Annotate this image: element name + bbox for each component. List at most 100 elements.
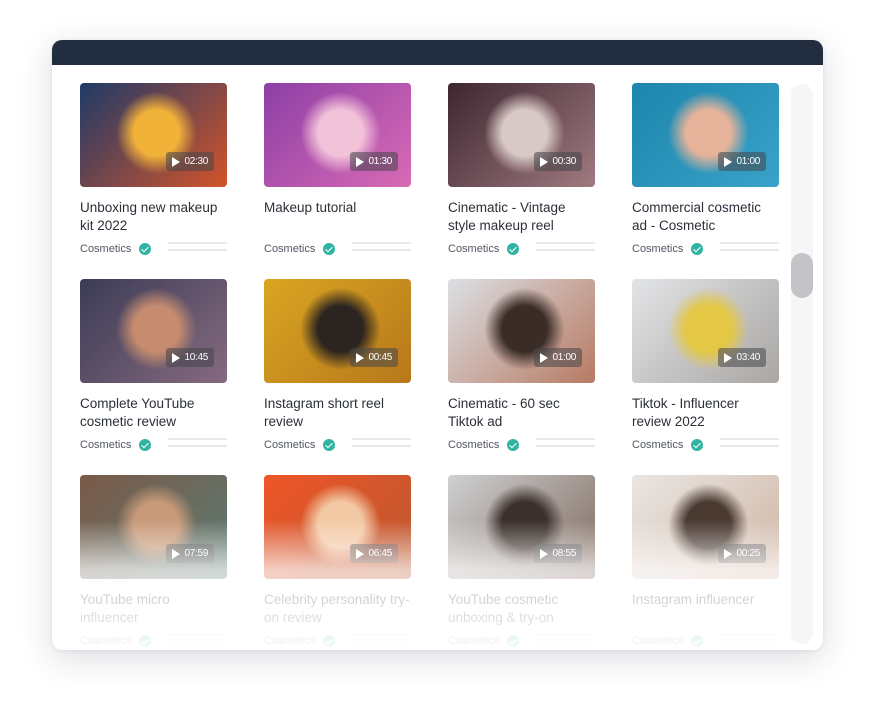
video-thumbnail[interactable]: 00:45 [264, 279, 411, 383]
thumbnail-image [264, 83, 411, 187]
video-gallery: 02:30 Unboxing new makeup kit 2022 Cosmeti… [52, 65, 823, 650]
video-card[interactable]: 02:30 Unboxing new makeup kit 2022 Cosmeti… [80, 83, 227, 273]
thumbnail-image [448, 83, 595, 187]
placeholder-lines [352, 438, 411, 452]
play-icon [356, 548, 365, 559]
placeholder-lines [168, 634, 227, 648]
video-thumbnail[interactable]: 00:30 [448, 83, 595, 187]
category-label: Cosmetics [264, 439, 316, 451]
category-label: Cosmetics [448, 243, 500, 255]
video-duration: 10:45 [184, 352, 208, 363]
video-grid: 02:30 Unboxing new makeup kit 2022 Cosmeti… [80, 83, 780, 650]
video-card[interactable]: 00:45 Instagram short reel review Cosmetic… [264, 279, 411, 469]
duration-badge: 01:00 [718, 152, 766, 171]
scrollbar-track[interactable] [791, 84, 813, 644]
video-thumbnail[interactable]: 01:00 [448, 279, 595, 383]
placeholder-lines [352, 242, 411, 256]
video-thumbnail[interactable]: 06:45 [264, 475, 411, 579]
video-meta: Cosmetics [448, 242, 595, 258]
video-thumbnail[interactable]: 00:25 [632, 475, 779, 579]
video-duration: 02:30 [184, 156, 208, 167]
placeholder-lines [352, 634, 411, 648]
video-title[interactable]: Cinematic - Vintage style makeup reel [448, 199, 595, 235]
play-icon [356, 352, 365, 363]
verified-check-icon [139, 439, 151, 451]
video-card[interactable]: 01:00 Commercial cosmetic ad - Cosmetic Co… [632, 83, 779, 273]
video-thumbnail[interactable]: 03:40 [632, 279, 779, 383]
play-icon [724, 156, 733, 167]
video-title[interactable]: Celebrity personality try-on review [264, 591, 411, 627]
category-label: Cosmetics [448, 635, 500, 647]
video-thumbnail[interactable]: 01:00 [632, 83, 779, 187]
category-label: Cosmetics [448, 439, 500, 451]
app-window: 02:30 Unboxing new makeup kit 2022 Cosmeti… [52, 40, 823, 650]
placeholder-lines [536, 634, 595, 648]
duration-badge: 00:45 [350, 348, 398, 367]
video-meta: Cosmetics [632, 634, 779, 650]
play-icon [724, 548, 733, 559]
video-card[interactable]: 08:55 YouTube cosmetic unboxing & try-on C… [448, 475, 595, 650]
video-title[interactable]: Instagram influencer [632, 591, 779, 609]
category-label: Cosmetics [264, 635, 316, 647]
thumbnail-image [264, 475, 411, 579]
thumbnail-image [632, 279, 779, 383]
video-card[interactable]: 00:30 Cinematic - Vintage style makeup re… [448, 83, 595, 273]
video-meta: Cosmetics [632, 242, 779, 258]
video-duration: 03:40 [736, 352, 760, 363]
video-card[interactable]: 06:45 Celebrity personality try-on review… [264, 475, 411, 650]
play-icon [540, 352, 549, 363]
verified-check-icon [323, 635, 335, 647]
video-card[interactable]: 07:59 YouTube micro influencer Cosmetics [80, 475, 227, 650]
video-card[interactable]: 01:30 Makeup tutorial Cosmetics [264, 83, 411, 273]
verified-check-icon [507, 635, 519, 647]
video-card[interactable]: 01:00 Cinematic - 60 sec Tiktok ad Cosmeti… [448, 279, 595, 469]
play-icon [540, 156, 549, 167]
thumbnail-image [448, 475, 595, 579]
play-icon [724, 352, 733, 363]
duration-badge: 00:30 [534, 152, 582, 171]
video-duration: 01:30 [368, 156, 392, 167]
category-label: Cosmetics [80, 243, 132, 255]
duration-badge: 02:30 [166, 152, 214, 171]
verified-check-icon [507, 439, 519, 451]
play-icon [356, 156, 365, 167]
video-duration: 07:59 [184, 548, 208, 559]
video-title[interactable]: Complete YouTube cosmetic review [80, 395, 227, 431]
verified-check-icon [139, 635, 151, 647]
thumbnail-image [632, 83, 779, 187]
duration-badge: 00:25 [718, 544, 766, 563]
video-thumbnail[interactable]: 07:59 [80, 475, 227, 579]
video-thumbnail[interactable]: 01:30 [264, 83, 411, 187]
video-title[interactable]: Instagram short reel review [264, 395, 411, 431]
duration-badge: 08:55 [534, 544, 582, 563]
video-meta: Cosmetics [80, 242, 227, 258]
video-title[interactable]: Unboxing new makeup kit 2022 [80, 199, 227, 235]
thumbnail-image [80, 279, 227, 383]
video-title[interactable]: Cinematic - 60 sec Tiktok ad [448, 395, 595, 431]
verified-check-icon [507, 243, 519, 255]
duration-badge: 06:45 [350, 544, 398, 563]
video-title[interactable]: YouTube cosmetic unboxing & try-on [448, 591, 595, 627]
duration-badge: 10:45 [166, 348, 214, 367]
placeholder-lines [720, 242, 779, 256]
video-meta: Cosmetics [80, 634, 227, 650]
scrollbar-thumb[interactable] [791, 253, 813, 298]
video-title[interactable]: Commercial cosmetic ad - Cosmetic [632, 199, 779, 235]
video-thumbnail[interactable]: 02:30 [80, 83, 227, 187]
thumbnail-image [632, 475, 779, 579]
category-label: Cosmetics [264, 243, 316, 255]
video-card[interactable]: 00:25 Instagram influencer Cosmetics [632, 475, 779, 650]
video-title[interactable]: YouTube micro influencer [80, 591, 227, 627]
video-meta: Cosmetics [264, 634, 411, 650]
duration-badge: 03:40 [718, 348, 766, 367]
thumbnail-image [80, 475, 227, 579]
category-label: Cosmetics [80, 635, 132, 647]
video-title[interactable]: Makeup tutorial [264, 199, 411, 217]
video-thumbnail[interactable]: 08:55 [448, 475, 595, 579]
video-card[interactable]: 03:40 Tiktok - Influencer review 2022 Cosm… [632, 279, 779, 469]
video-thumbnail[interactable]: 10:45 [80, 279, 227, 383]
video-title[interactable]: Tiktok - Influencer review 2022 [632, 395, 779, 431]
verified-check-icon [691, 439, 703, 451]
video-meta: Cosmetics [448, 634, 595, 650]
video-card[interactable]: 10:45 Complete YouTube cosmetic review Cos… [80, 279, 227, 469]
